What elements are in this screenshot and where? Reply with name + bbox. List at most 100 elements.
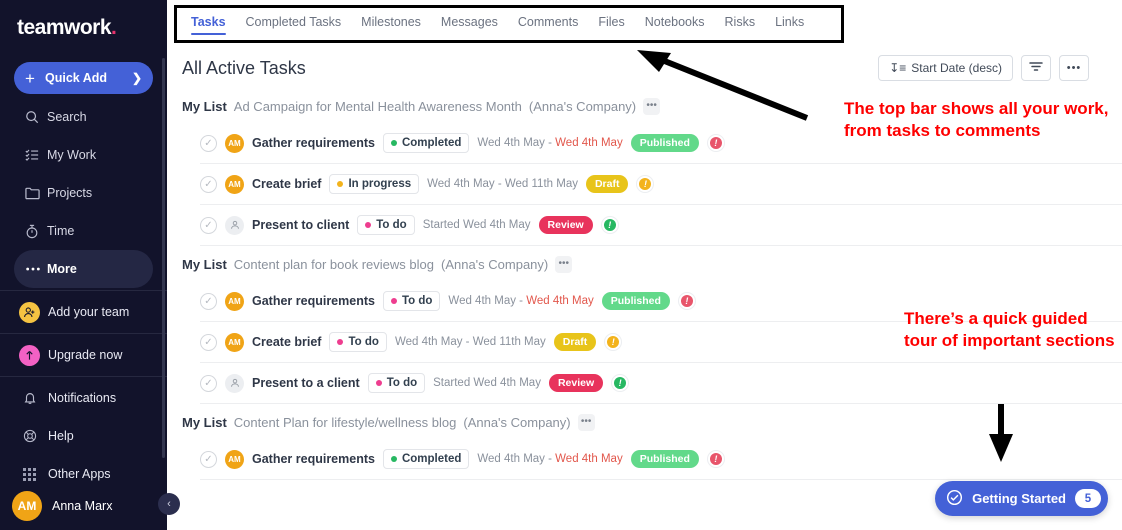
tab-label: Comments bbox=[517, 15, 579, 29]
task-dates: Started Wed 4th May bbox=[433, 377, 541, 389]
task-complete-checkbox[interactable]: ✓ bbox=[200, 292, 217, 310]
task-list-area: My List Ad Campaign for Mental Health Aw… bbox=[167, 88, 1122, 480]
task-dates: Started Wed 4th May bbox=[423, 219, 531, 231]
status-label: In progress bbox=[348, 178, 412, 190]
sidebar-item-notifications[interactable]: Notifications bbox=[0, 379, 167, 417]
tab-links[interactable]: Links bbox=[775, 11, 804, 37]
priority-icon[interactable]: ! bbox=[706, 450, 725, 468]
table-row[interactable]: ✓ Present to a client To do Started Wed … bbox=[200, 363, 1122, 404]
status-badge[interactable]: To do bbox=[367, 373, 426, 393]
sidebar-user-profile[interactable]: AM Anna Marx bbox=[0, 482, 167, 530]
page-header: All Active Tasks ↧≡ Start Date (desc) ••… bbox=[167, 44, 1122, 88]
getting-started-button[interactable]: Getting Started 5 bbox=[935, 481, 1108, 516]
sidebar-item-label: Help bbox=[48, 429, 74, 443]
priority-icon[interactable]: ! bbox=[604, 333, 623, 351]
check-circle-icon bbox=[946, 489, 963, 509]
table-row[interactable]: ✓ Present to client To do Started Wed 4t… bbox=[200, 205, 1122, 246]
ellipsis-icon: ••• bbox=[1066, 62, 1082, 74]
group-menu-button[interactable]: ••• bbox=[555, 256, 573, 273]
tab-comments[interactable]: Comments bbox=[518, 11, 578, 37]
task-name[interactable]: Create brief bbox=[252, 335, 321, 349]
group-project-name[interactable]: Content plan for book reviews blog bbox=[234, 257, 434, 272]
task-tag[interactable]: Published bbox=[630, 450, 699, 468]
status-badge[interactable]: To do bbox=[357, 215, 415, 235]
sidebar-scrollbar[interactable] bbox=[162, 58, 165, 458]
sidebar-item-add-your-team[interactable]: Add your team bbox=[0, 293, 167, 331]
group-project-name[interactable]: Ad Campaign for Mental Health Awareness … bbox=[234, 99, 522, 114]
tab-files[interactable]: Files bbox=[598, 11, 624, 37]
task-complete-checkbox[interactable]: ✓ bbox=[200, 450, 217, 468]
date-due: Wed 4th May bbox=[555, 453, 623, 465]
chevron-right-icon: ❯ bbox=[131, 71, 142, 85]
filter-button[interactable] bbox=[1021, 55, 1051, 81]
task-tag[interactable]: Review bbox=[548, 374, 604, 392]
task-complete-checkbox[interactable]: ✓ bbox=[200, 374, 217, 392]
sidebar-item-label: Notifications bbox=[48, 391, 117, 405]
tab-label: Messages bbox=[440, 15, 498, 29]
sidebar-item-projects[interactable]: Projects bbox=[14, 174, 153, 212]
task-name[interactable]: Create brief bbox=[252, 177, 321, 191]
sidebar-item-search[interactable]: Search bbox=[14, 98, 153, 136]
task-complete-checkbox[interactable]: ✓ bbox=[200, 333, 217, 351]
tab-completed-tasks[interactable]: Completed Tasks bbox=[246, 11, 342, 37]
priority-icon[interactable]: ! bbox=[706, 134, 725, 152]
sort-button[interactable]: ↧≡ Start Date (desc) bbox=[878, 55, 1013, 81]
list-check-icon bbox=[25, 148, 47, 162]
table-row[interactable]: ✓ AM Gather requirements Completed Wed 4… bbox=[200, 439, 1122, 480]
date-start: Started Wed 4th May bbox=[433, 377, 541, 389]
task-dates: Wed 4th May - Wed 4th May bbox=[477, 453, 622, 465]
task-tag[interactable]: Review bbox=[538, 216, 593, 234]
sidebar-item-upgrade-now[interactable]: Upgrade now bbox=[0, 336, 167, 374]
quick-add-button[interactable]: + Quick Add ❯ bbox=[14, 62, 153, 94]
brand-logo[interactable]: teamwork. bbox=[0, 0, 167, 56]
sidebar-item-time[interactable]: Time bbox=[14, 212, 153, 250]
status-badge[interactable]: To do bbox=[382, 291, 441, 311]
group-menu-button[interactable]: ••• bbox=[577, 414, 595, 431]
sort-icon: ↧≡ bbox=[889, 61, 907, 75]
sidebar-item-my-work[interactable]: My Work bbox=[14, 136, 153, 174]
tab-risks[interactable]: Risks bbox=[725, 11, 756, 37]
tab-messages[interactable]: Messages bbox=[441, 11, 498, 37]
task-name[interactable]: Gather requirements bbox=[252, 136, 375, 150]
header-actions: ↧≡ Start Date (desc) ••• bbox=[878, 55, 1089, 81]
brand-name: teamwork bbox=[17, 16, 112, 39]
priority-icon[interactable]: ! bbox=[611, 374, 630, 392]
status-badge[interactable]: Completed bbox=[382, 133, 470, 153]
sidebar-item-label: Add your team bbox=[48, 305, 130, 319]
task-tag[interactable]: Published bbox=[601, 292, 670, 310]
sidebar-item-label: Time bbox=[47, 224, 75, 238]
task-name[interactable]: Gather requirements bbox=[252, 294, 375, 308]
task-tag[interactable]: Published bbox=[630, 134, 699, 152]
group-mylist-label: My List bbox=[182, 99, 227, 114]
table-row[interactable]: ✓ AM Create brief In progress Wed 4th Ma… bbox=[200, 164, 1122, 205]
task-name[interactable]: Present to client bbox=[252, 218, 349, 232]
sidebar-item-label: Upgrade now bbox=[48, 348, 123, 362]
status-badge[interactable]: In progress bbox=[329, 174, 420, 194]
group-menu-button[interactable]: ••• bbox=[643, 98, 661, 115]
task-complete-checkbox[interactable]: ✓ bbox=[200, 134, 217, 152]
date-start: Wed 4th May - Wed 11th May bbox=[394, 336, 546, 348]
group-project-name[interactable]: Content Plan for lifestyle/wellness blog bbox=[234, 415, 457, 430]
priority-icon[interactable]: ! bbox=[677, 292, 696, 310]
task-name[interactable]: Present to a client bbox=[252, 376, 360, 390]
status-badge[interactable]: To do bbox=[329, 332, 387, 352]
status-label: To do bbox=[386, 377, 418, 389]
task-tag[interactable]: Draft bbox=[553, 333, 597, 351]
task-complete-checkbox[interactable]: ✓ bbox=[200, 175, 217, 193]
priority-icon[interactable]: ! bbox=[636, 175, 655, 193]
priority-icon[interactable]: ! bbox=[600, 216, 619, 234]
tab-tasks[interactable]: Tasks bbox=[191, 11, 226, 37]
sidebar-item-more[interactable]: More bbox=[14, 250, 153, 288]
task-name[interactable]: Gather requirements bbox=[252, 452, 375, 466]
collapse-sidebar-button[interactable]: ‹ bbox=[158, 493, 180, 515]
task-complete-checkbox[interactable]: ✓ bbox=[200, 216, 217, 234]
status-badge[interactable]: Completed bbox=[382, 449, 470, 469]
task-tag[interactable]: Draft bbox=[585, 175, 629, 193]
tab-notebooks[interactable]: Notebooks bbox=[645, 11, 705, 37]
avatar: AM bbox=[12, 491, 42, 521]
more-options-button[interactable]: ••• bbox=[1059, 55, 1089, 81]
avatar: AM bbox=[225, 332, 244, 352]
sidebar-item-help[interactable]: Help bbox=[0, 417, 167, 455]
tab-milestones[interactable]: Milestones bbox=[361, 11, 421, 37]
chevron-left-icon: ‹ bbox=[167, 498, 171, 510]
